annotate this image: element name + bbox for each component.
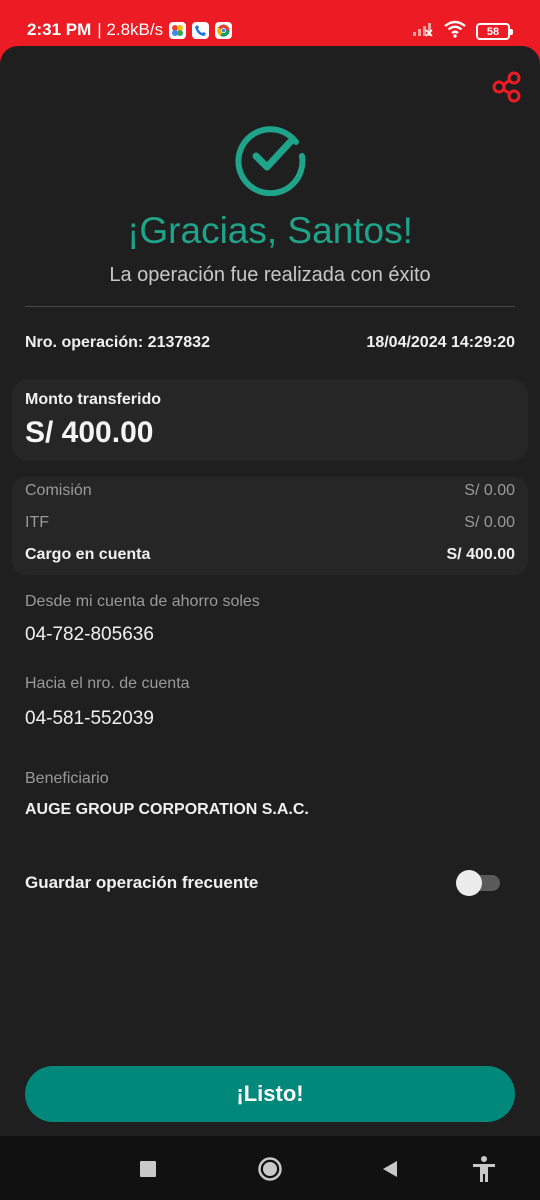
share-button[interactable] xyxy=(490,70,524,104)
amount-label: Monto transferido xyxy=(25,391,161,408)
recents-button[interactable] xyxy=(133,1154,163,1184)
battery-icon: 58 xyxy=(476,23,513,40)
system-nav-bar xyxy=(0,1136,540,1200)
operation-datetime: 18/04/2024 14:29:20 xyxy=(366,334,515,351)
operation-info: Nro. operación: 2137832 18/04/2024 14:29… xyxy=(25,334,515,352)
frequent-operation-toggle[interactable] xyxy=(456,870,501,896)
from-account-label: Desde mi cuenta de ahorro soles xyxy=(25,593,260,610)
from-account-value: 04-782-805636 xyxy=(25,624,154,645)
commission-row: Comisión S/ 0.00 xyxy=(25,482,515,500)
operation-number: Nro. operación: 2137832 xyxy=(25,334,210,351)
home-button[interactable] xyxy=(255,1154,285,1184)
home-circle-icon xyxy=(258,1157,282,1181)
beneficiary-value: AUGE GROUP CORPORATION S.A.C. xyxy=(25,801,309,818)
frequent-operation-label: Guardar operación frecuente xyxy=(25,873,259,892)
network-speed: | 2.8kB/s xyxy=(97,20,164,39)
commission-value: S/ 0.00 xyxy=(464,482,515,499)
to-account-label: Hacia el nro. de cuenta xyxy=(25,675,190,692)
toggle-thumb xyxy=(456,870,482,896)
account-charge-label: Cargo en cuenta xyxy=(25,546,151,563)
divider xyxy=(25,306,515,307)
page-title: ¡Gracias, Santos! xyxy=(127,210,413,251)
itf-row: ITF S/ 0.00 xyxy=(25,514,515,532)
check-circle-icon xyxy=(232,120,308,197)
status-time: 2:31 PM xyxy=(27,20,92,39)
wifi-icon xyxy=(443,20,467,43)
back-triangle-icon xyxy=(383,1161,397,1177)
status-right: 58 xyxy=(412,20,513,43)
status-left: 2:31 PM | 2.8kB/s xyxy=(27,20,233,40)
square-icon xyxy=(140,1161,156,1177)
frequent-operation-row: Guardar operación frecuente xyxy=(25,870,501,896)
photos-icon xyxy=(169,21,187,39)
done-button[interactable]: ¡Listo! xyxy=(25,1066,515,1122)
signal-icon xyxy=(412,21,434,42)
account-charge-value: S/ 400.00 xyxy=(446,546,516,563)
fees-card: Comisión S/ 0.00 ITF S/ 0.00 Cargo en cu… xyxy=(12,477,528,575)
share-icon xyxy=(492,71,521,103)
accessibility-icon xyxy=(473,1156,495,1182)
chrome-icon xyxy=(215,21,233,39)
accessibility-button[interactable] xyxy=(469,1154,499,1184)
beneficiary-label: Beneficiario xyxy=(25,770,109,787)
itf-value: S/ 0.00 xyxy=(464,514,515,531)
amount-value: S/ 400.00 xyxy=(25,416,154,449)
commission-label: Comisión xyxy=(25,482,92,499)
to-account-value: 04-581-552039 xyxy=(25,708,154,729)
amount-card: Monto transferido S/ 400.00 xyxy=(12,379,528,461)
phone-icon xyxy=(192,21,210,39)
itf-label: ITF xyxy=(25,514,49,531)
page-subtitle: La operación fue realizada con éxito xyxy=(109,264,431,286)
account-charge-row: Cargo en cuenta S/ 400.00 xyxy=(25,546,515,564)
back-button[interactable] xyxy=(375,1154,405,1184)
